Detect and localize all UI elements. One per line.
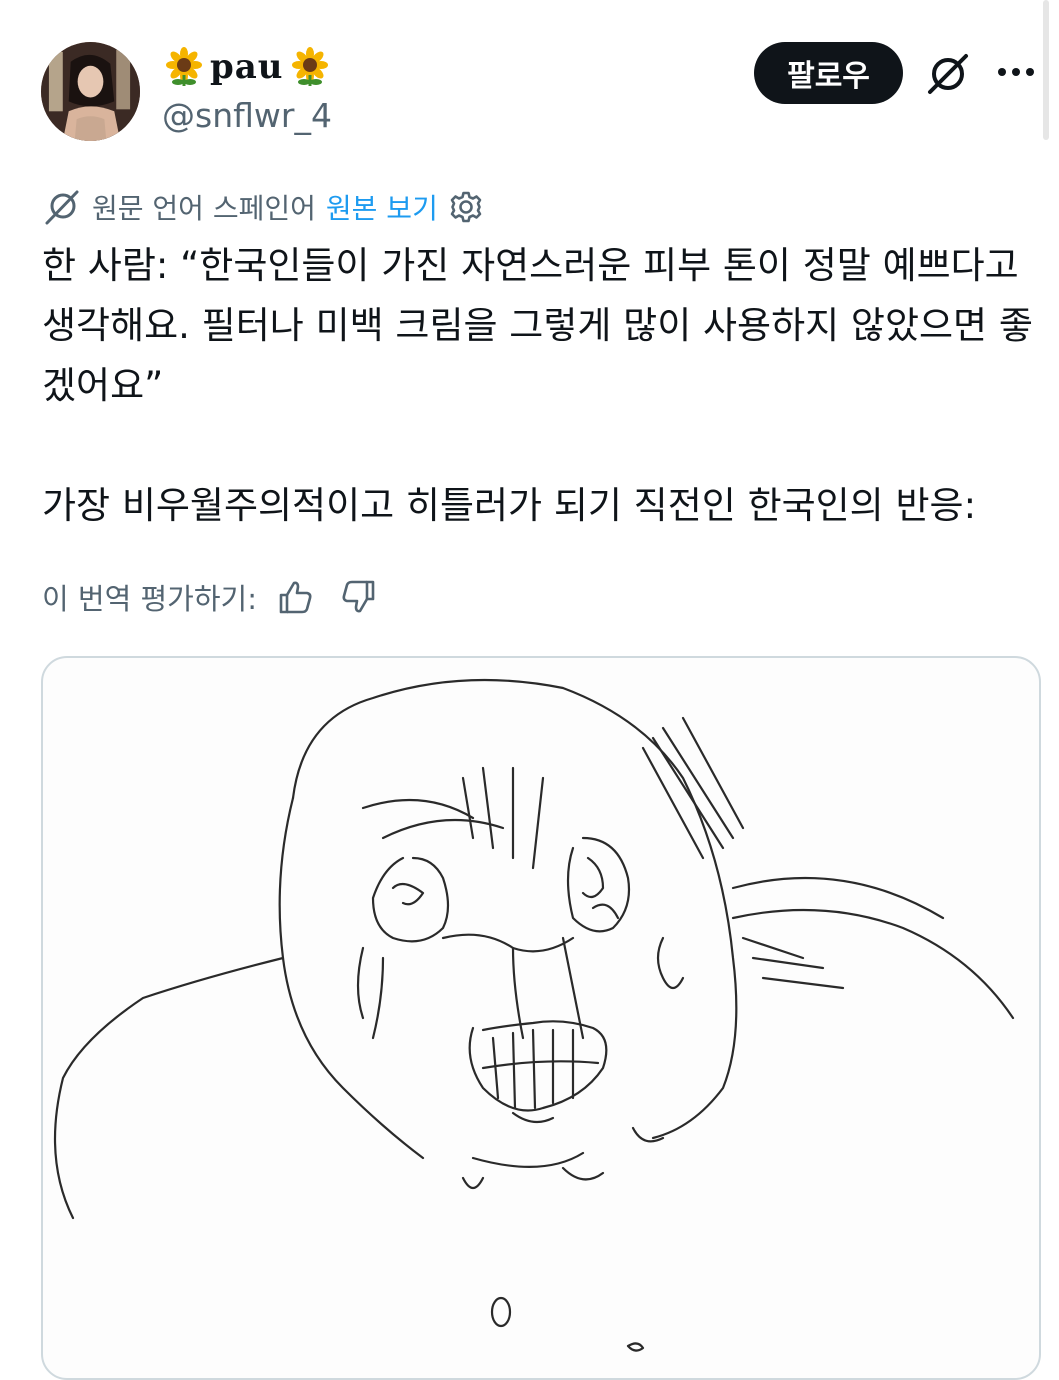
display-name[interactable]: pau: [210, 47, 284, 87]
view-original-link[interactable]: 원본 보기: [326, 187, 438, 227]
more-options-icon[interactable]: [996, 60, 1036, 84]
translation-bar: 원문 언어 스페인어 원본 보기: [42, 186, 484, 228]
tweet-text: 한 사람: “한국인들이 가진 자연스러운 피부 톤이 정말 예쁘다고 생각해요…: [42, 236, 1042, 536]
tweet-quote: 한 사람: “한국인들이 가진 자연스러운 피부 톤이 정말 예쁘다고 생각해요…: [42, 244, 1033, 407]
follow-button[interactable]: 팔로우: [754, 42, 903, 104]
avatar[interactable]: [41, 42, 140, 141]
rate-translation-row: 이 번역 평가하기:: [42, 574, 379, 620]
scrollbar[interactable]: [1043, 0, 1049, 140]
source-language: 원문 언어 스페인어: [92, 192, 316, 225]
tweet-media-image[interactable]: [41, 656, 1041, 1380]
user-handle[interactable]: @snflwr_4: [162, 96, 332, 135]
display-name-row[interactable]: pau: [164, 44, 330, 90]
grok-translate-icon: [45, 190, 79, 225]
grok-icon[interactable]: [924, 50, 972, 98]
rate-translation-label: 이 번역 평가하기:: [42, 582, 257, 616]
gear-icon[interactable]: [448, 189, 484, 225]
sunflower-icon: [291, 47, 328, 86]
sunflower-icon: [166, 47, 202, 86]
thumbs-down-icon[interactable]: [339, 577, 379, 617]
crying-face-drawing: [53, 678, 1015, 1352]
tweet-reaction: 가장 비우월주의적이고 히틀러가 되기 직전인 한국인의 반응:: [42, 484, 977, 527]
thumbs-up-icon[interactable]: [275, 577, 315, 617]
